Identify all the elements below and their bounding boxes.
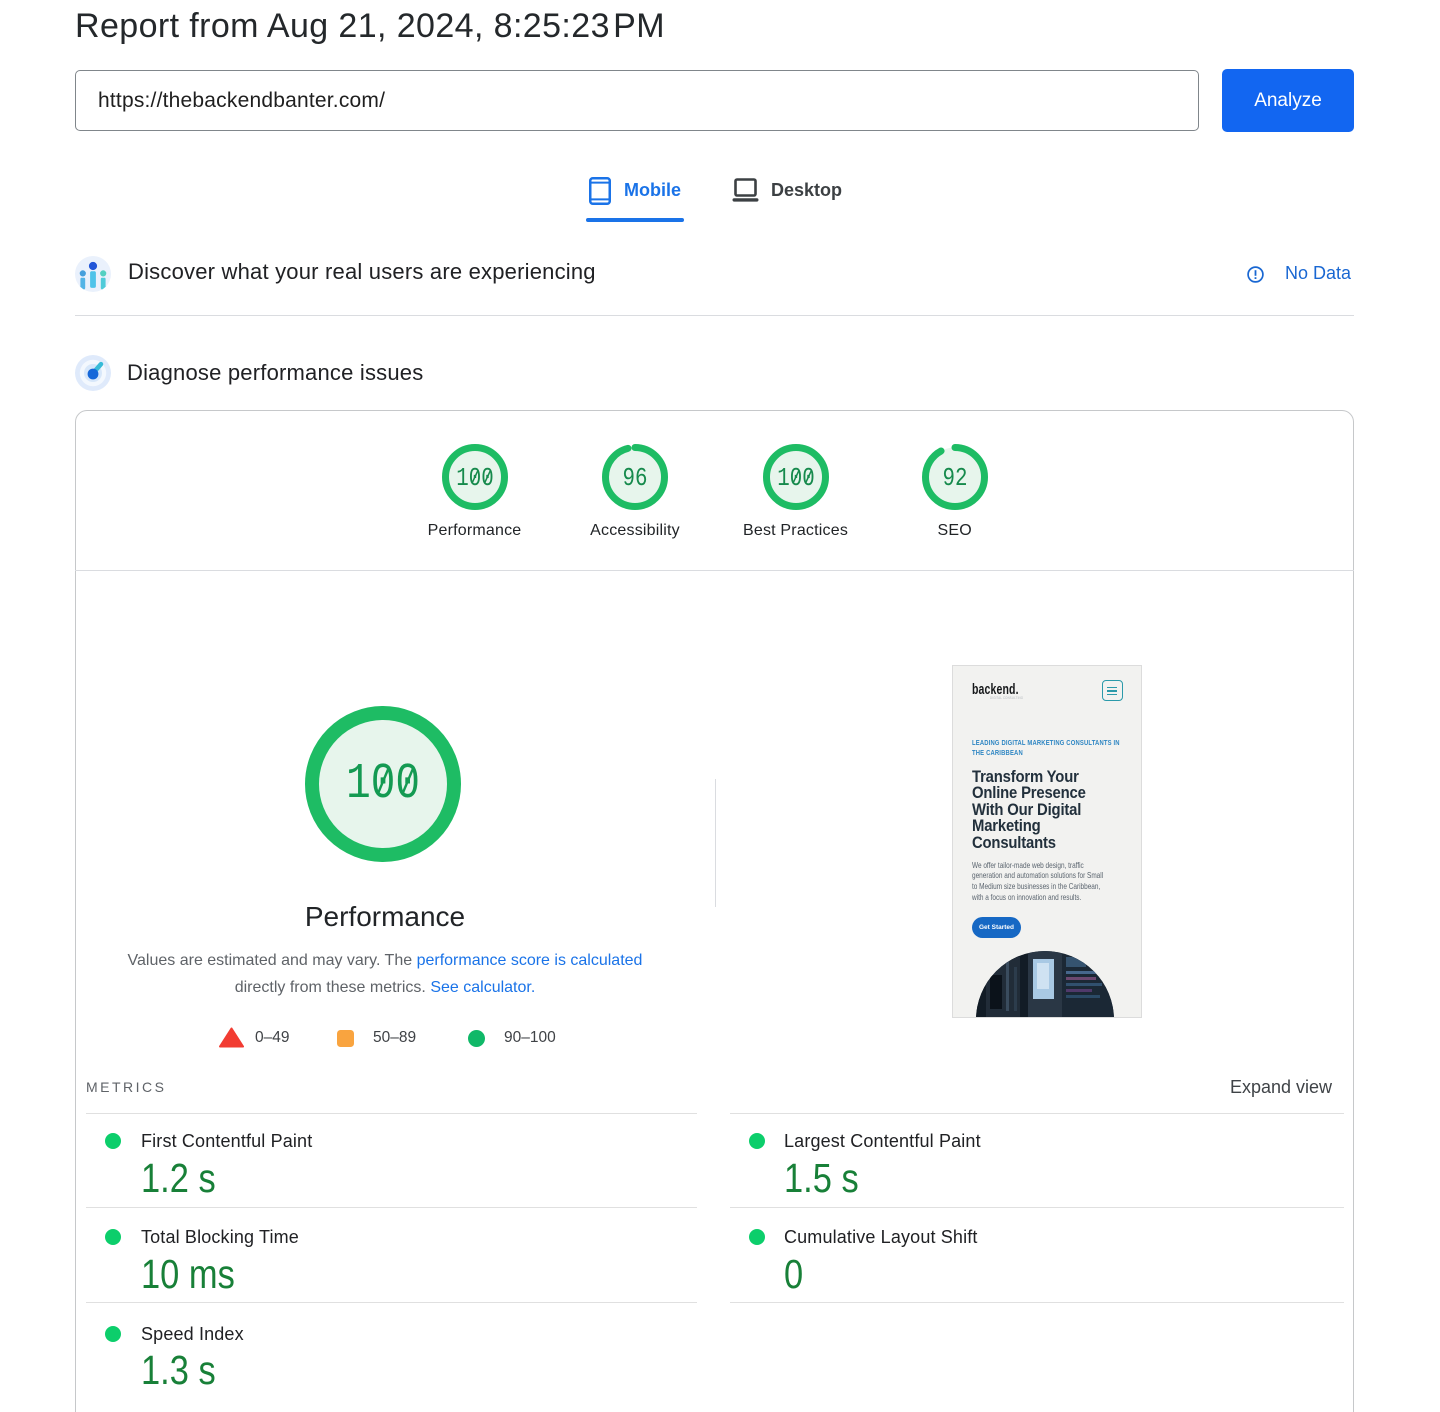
svg-text:100: 100 bbox=[456, 464, 493, 494]
svg-text:100: 100 bbox=[777, 464, 814, 494]
svg-text:92: 92 bbox=[942, 464, 967, 494]
svg-text:96: 96 bbox=[623, 464, 648, 494]
